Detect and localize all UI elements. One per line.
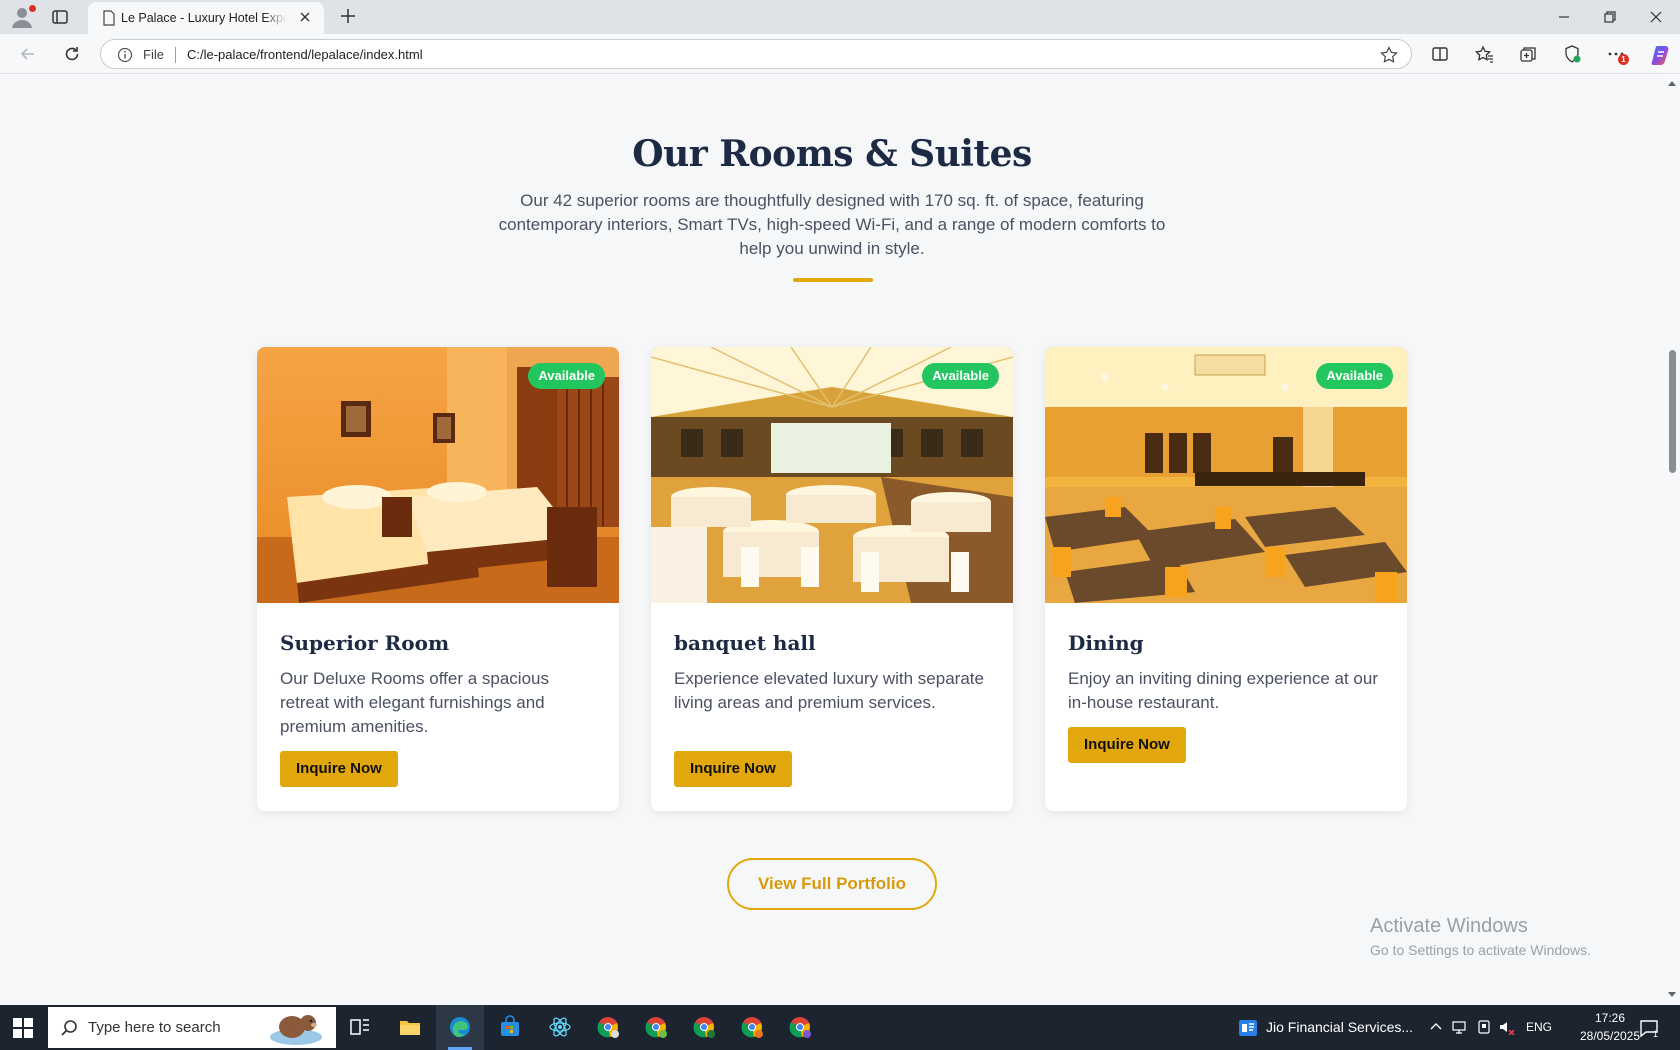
search-placeholder: Type here to search [88, 1019, 221, 1036]
chrome-profile-4-icon[interactable] [728, 1005, 776, 1050]
browser-tab-active[interactable]: Le Palace - Luxury Hotel Experience [88, 2, 324, 34]
split-screen-icon[interactable] [1430, 44, 1450, 64]
inquire-now-button[interactable]: Inquire Now [1068, 727, 1186, 763]
windows-start-icon[interactable] [12, 1017, 34, 1039]
room-card-banquet: Available banquet hall Experience elevat… [651, 347, 1013, 811]
browser-tab-bar: Le Palace - Luxury Hotel Experience [0, 0, 1680, 34]
address-toolbar: File C:/le-palace/frontend/lepalace/inde… [0, 34, 1680, 74]
task-view-icon[interactable] [336, 1005, 384, 1050]
copilot-icon[interactable] [1650, 44, 1670, 65]
tab-title: Le Palace - Luxury Hotel Experience [121, 11, 287, 25]
card-description: Our Deluxe Rooms offer a spacious retrea… [280, 669, 549, 736]
room-card-dining: Available Dining Enjoy an inviting dinin… [1045, 347, 1407, 811]
close-tab-icon[interactable] [298, 10, 312, 24]
room-card-superior: Available Superior Room Our Deluxe Rooms… [257, 347, 619, 811]
inquire-now-button[interactable]: Inquire Now [280, 751, 398, 787]
activate-windows-watermark: Activate Windows Go to Settings to activ… [1370, 915, 1591, 958]
chrome-profile-5-icon[interactable] [776, 1005, 824, 1050]
react-devtools-icon[interactable] [536, 1005, 584, 1050]
scrollbar-thumb[interactable] [1669, 350, 1676, 473]
close-window-icon[interactable] [1646, 7, 1666, 27]
page-icon [102, 10, 116, 31]
taskbar-search-box[interactable]: Type here to search [48, 1007, 336, 1048]
chrome-profile-1-icon[interactable] [584, 1005, 632, 1050]
card-description: Enjoy an inviting dining experience at o… [1068, 669, 1378, 712]
availability-badge: Available [1316, 363, 1393, 389]
availability-badge: Available [528, 363, 605, 389]
edge-browser-icon[interactable] [436, 1005, 484, 1050]
minimize-icon[interactable] [1554, 7, 1574, 27]
windows-taskbar: Type here to search Jio Financial Servic [0, 1005, 1680, 1050]
microsoft-store-icon[interactable] [486, 1005, 534, 1050]
profile-icon[interactable] [10, 5, 36, 29]
news-headline: Jio Financial Services... [1266, 1019, 1414, 1035]
notification-center-icon[interactable]: 1 [1638, 1017, 1660, 1044]
section-description: Our 42 superior rooms are thoughtfully d… [498, 191, 1166, 258]
notification-badge: 1 [1618, 54, 1629, 65]
card-title: banquet hall [674, 631, 816, 655]
address-separator [175, 47, 176, 63]
availability-badge: Available [922, 363, 999, 389]
inquire-now-button[interactable]: Inquire Now [674, 751, 792, 787]
new-tab-icon[interactable] [338, 6, 358, 26]
url-text[interactable]: C:/le-palace/frontend/lepalace/index.htm… [187, 47, 423, 62]
device-icon[interactable] [1476, 1019, 1492, 1040]
scroll-up-arrow-icon[interactable] [1668, 81, 1676, 86]
search-highlight-otter-icon [262, 1009, 332, 1050]
show-hidden-icons-chevron-icon[interactable] [1428, 1019, 1444, 1040]
title-divider [793, 278, 873, 282]
restore-icon[interactable] [1600, 7, 1620, 27]
card-title: Dining [1068, 631, 1144, 655]
news-icon [1238, 1018, 1258, 1043]
watermark-title: Activate Windows [1370, 915, 1528, 937]
card-description: Experience elevated luxury with separate… [674, 669, 984, 712]
chrome-profile-2-icon[interactable] [632, 1005, 680, 1050]
scroll-down-arrow-icon[interactable] [1668, 992, 1676, 997]
volume-muted-icon[interactable] [1498, 1019, 1516, 1040]
language-indicator[interactable]: ENG [1526, 1020, 1552, 1034]
page-scrollbar[interactable] [1664, 75, 1680, 1005]
collections-icon[interactable] [1518, 44, 1538, 64]
favorite-star-icon[interactable] [1379, 45, 1399, 70]
favorites-icon[interactable] [1474, 44, 1494, 64]
address-bar[interactable]: File C:/le-palace/frontend/lepalace/inde… [100, 39, 1412, 69]
network-icon[interactable] [1452, 1019, 1468, 1040]
scheme-label: File [143, 47, 164, 62]
section-title: Our Rooms & Suites [632, 133, 1032, 175]
tab-actions-icon[interactable] [50, 7, 70, 27]
browser-essentials-icon[interactable] [1562, 44, 1582, 64]
watermark-subtitle: Go to Settings to activate Windows. [1370, 942, 1591, 958]
card-title: Superior Room [280, 631, 450, 655]
search-icon [60, 1019, 78, 1042]
page-viewport: Our Rooms & Suites Our 42 superior rooms… [0, 75, 1664, 1005]
info-icon[interactable] [117, 47, 133, 68]
back-icon[interactable] [18, 44, 38, 64]
file-explorer-icon[interactable] [386, 1005, 434, 1050]
notification-count: 1 [1653, 1029, 1658, 1039]
reload-icon[interactable] [62, 44, 82, 64]
view-full-portfolio-button[interactable]: View Full Portfolio [727, 858, 937, 910]
chrome-profile-3-icon[interactable] [680, 1005, 728, 1050]
